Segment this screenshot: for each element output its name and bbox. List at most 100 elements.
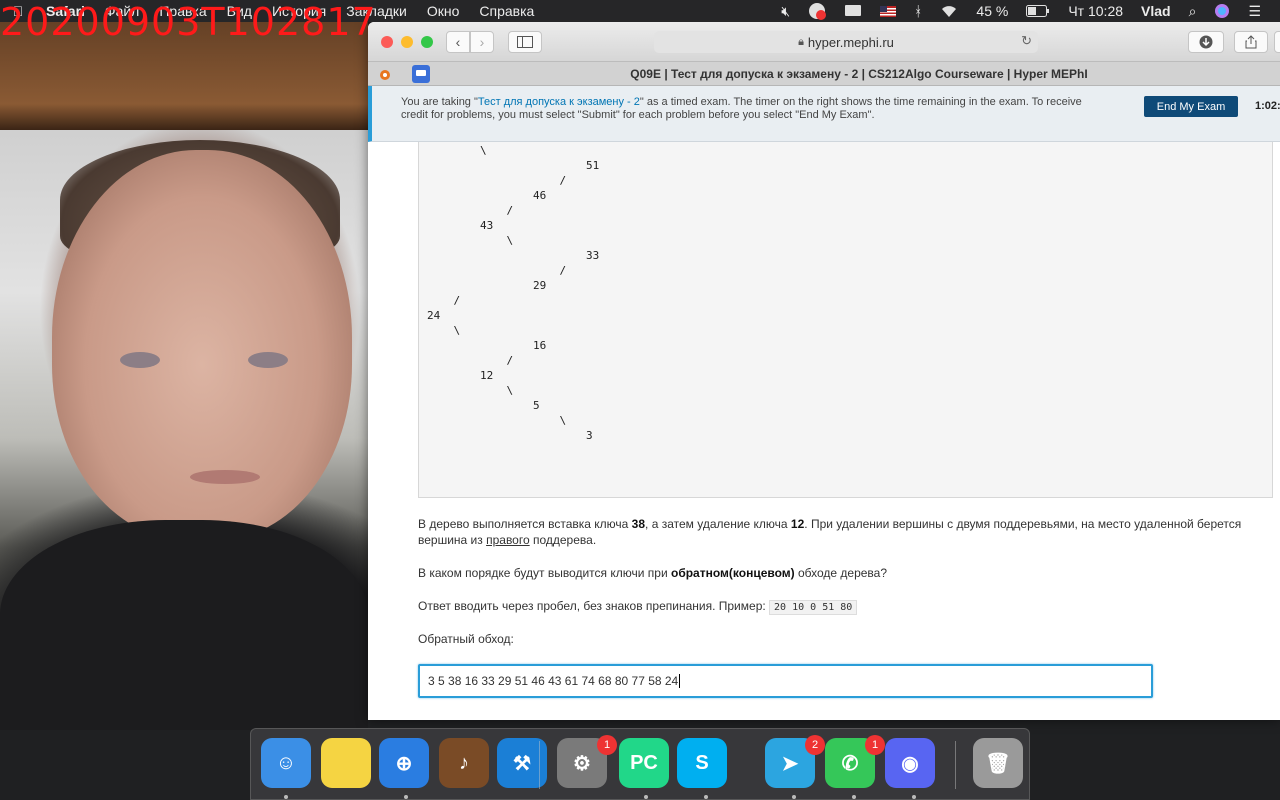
tree-line: 51 [427,159,600,172]
finder-glyph: ☺ [275,751,297,774]
facetime-glyph: ✆ [841,752,859,775]
webcam-eye-left [120,352,160,368]
q1-text-a: В дерево выполняется вставка ключа [418,517,632,531]
tree-line: \ [427,324,461,337]
tree-line: \ [427,414,567,427]
spotlight-search-icon[interactable]: ⌕ [1180,3,1206,20]
new-tab-button[interactable] [1274,31,1280,53]
active-tab-title[interactable]: Q09E | Тест для допуска к экзамену - 2 |… [438,67,1280,81]
timed-exam-banner: You are taking "Тест для допуска к экзам… [368,86,1280,142]
dock-running-indicator [284,795,288,799]
pinned-tab-favicon[interactable] [376,65,394,83]
mute-icon[interactable]: 🔇︎ [772,3,799,20]
address-bar[interactable]: 🔒︎ hyper.mephi.ru ↻ [654,31,1038,53]
input-source-us-flag-icon[interactable] [871,5,905,17]
answer-instructions: Ответ вводить через пробел, без знаков п… [418,598,1248,616]
exam-link[interactable]: Тест для допуска к экзамену - 2 [478,96,640,108]
skype-glyph: S [695,751,709,774]
traversal-type: обратном(концевом) [670,566,795,580]
sidebar-icon [517,36,533,48]
wifi-icon[interactable] [931,4,967,18]
dock-finder-icon[interactable]: ☺ [261,738,311,788]
dock-separator [955,741,956,789]
sidebar-toggle-button[interactable] [508,31,542,53]
dock-facetime-badge: 1 [865,735,885,755]
q1-text-d: поддерева. [529,533,597,547]
dock-pycharm-icon[interactable]: PC [619,738,669,788]
dock-safari-icon[interactable]: ⊕ [379,738,429,788]
dock-running-indicator [644,795,648,799]
webcam-feed [0,0,368,730]
webcam-mouth [190,470,260,484]
tree-line: / [427,264,567,277]
chevron-left-icon: ‹ [455,34,461,50]
instructions-text: Ответ вводить через пробел, без знаков п… [418,599,770,613]
siri-icon[interactable] [1205,3,1239,19]
battery-percent[interactable]: 45 % [967,3,1017,19]
system-preferences-glyph: ⚙ [573,752,591,775]
notification-center-icon[interactable]: ☰ [1239,3,1270,20]
close-window-button[interactable] [381,36,393,48]
menu-help[interactable]: Справка [469,3,544,19]
chat-tab-favicon[interactable] [412,65,430,83]
clock[interactable]: Чт 10:28 [1059,3,1132,19]
forward-button[interactable]: › [470,31,494,53]
chevron-right-icon: › [479,34,485,50]
tree-line: \ [427,234,514,247]
xcode-glyph: ⚒ [513,752,531,775]
share-button[interactable] [1234,31,1268,53]
url-text: hyper.mephi.ru [807,34,894,50]
hyper-logo-icon [380,70,390,80]
tree-line: / [427,354,514,367]
trash-glyph: 🗑 [985,752,1011,775]
dock-skype-icon[interactable]: S [677,738,727,788]
insert-key: 38 [631,517,646,531]
tree-line: 46 [427,189,547,202]
macos-dock: ☺ ⊕ ♪ ⚒ ⚙ 1 PC S ➤ 2 ✆ 1 ◉ 🗑 [250,728,1030,800]
dock-telegram-badge: 2 [805,735,825,755]
reload-icon[interactable]: ↻ [1021,33,1032,49]
battery-icon[interactable] [1017,5,1059,17]
tree-line: 33 [427,249,600,262]
end-my-exam-button[interactable]: End My Exam [1144,96,1238,117]
dock-running-indicator [404,795,408,799]
answer-label: Обратный обход: [418,632,514,646]
notification-icon[interactable] [799,2,835,20]
share-icon [1245,35,1257,49]
minimize-window-button[interactable] [401,36,413,48]
notice-text-start: You are taking " [401,96,478,108]
tree-line: 5 [427,399,540,412]
q2-text-b: обходе дерева? [794,566,888,580]
zoom-window-button[interactable] [421,36,433,48]
dock-running-indicator [912,795,916,799]
downloads-button[interactable] [1188,31,1224,53]
back-button[interactable]: ‹ [446,31,470,53]
q2-text-a: В каком порядке будут выводится ключи пр… [418,566,671,580]
dock-system-preferences-badge: 1 [597,735,617,755]
question-paragraph-2: В каком порядке будут выводится ключи пр… [418,565,1248,581]
tree-line: \ [427,384,514,397]
garageband-glyph: ♪ [459,751,469,774]
dock-running-indicator [704,795,708,799]
dock-garageband-icon[interactable]: ♪ [439,738,489,788]
dock-notes-icon[interactable] [321,738,371,788]
exam-timer: 1:02: [1255,100,1280,112]
telegram-glyph: ➤ [781,752,799,775]
dock-trash-icon[interactable]: 🗑 [973,738,1023,788]
user-name[interactable]: Vlad [1132,3,1180,19]
tree-line: 43 [427,219,494,232]
answer-input[interactable]: 3 5 38 16 33 29 51 46 43 61 74 68 80 77 … [418,664,1153,698]
menu-window[interactable]: Окно [417,3,470,19]
tree-line: 24 [427,309,441,322]
tree-line: 12 [427,369,494,382]
tab-bar: Q09E | Тест для допуска к экзамену - 2 |… [368,62,1280,86]
recording-timestamp: 20200903T102817 [0,0,377,44]
exam-notice: You are taking "Тест для допуска к экзам… [401,96,1106,122]
dock-running-indicator [792,795,796,799]
tree-line: / [427,174,567,187]
dock-discord-icon[interactable]: ◉ [885,738,935,788]
problem-content: / 58 \ 51 / 46 / 43 \ 33 / 29 /24 \ [368,142,1280,720]
example-answer: 20 10 0 51 80 [769,600,858,615]
screen-share-icon[interactable] [835,4,871,18]
bluetooth-icon[interactable]: ᚼ [905,3,931,19]
